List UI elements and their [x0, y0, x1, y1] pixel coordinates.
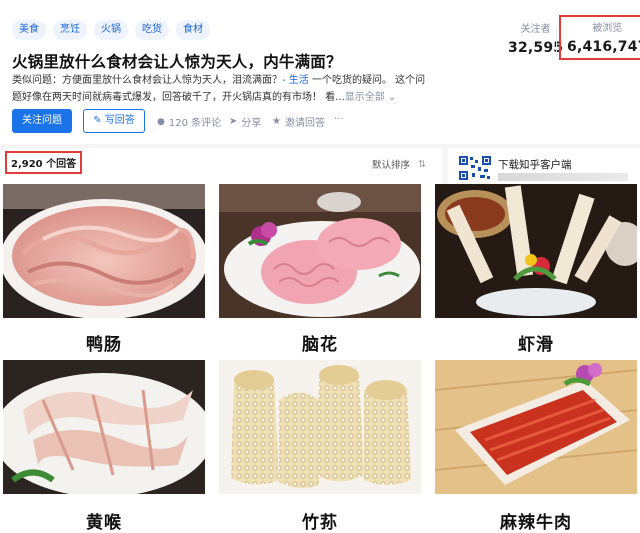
invite-label: 邀请回答: [284, 118, 325, 129]
follow-question-button[interactable]: 关注问题: [12, 109, 72, 133]
excerpt-prefix: 类似问题：方便面里放什么食材会让人惊为天人，泪流满面？: [12, 75, 282, 86]
food-image-bamboo-fungus[interactable]: [219, 360, 421, 494]
comments-label: 120 条评论: [168, 118, 222, 129]
food-image-duck-intestine[interactable]: [3, 184, 205, 318]
share-button[interactable]: ➤ 分享: [229, 114, 261, 129]
followers-count: 32,595: [508, 40, 564, 56]
chevron-down-icon[interactable]: ⌄: [385, 92, 396, 103]
food-label: 虾滑: [518, 335, 554, 355]
food-label: 鸭肠: [86, 335, 122, 355]
more-button[interactable]: ···: [334, 114, 344, 125]
topic-tags: 美食 烹饪 火锅 吃货 食材: [12, 20, 210, 40]
sort-dropdown[interactable]: 默认排序 ⇅: [372, 157, 426, 172]
topic-tag[interactable]: 火锅: [94, 20, 128, 40]
show-all-link[interactable]: 显示全部: [345, 92, 385, 103]
comments-button[interactable]: ● 120 条评论: [157, 114, 222, 130]
topic-tag[interactable]: 吃货: [135, 20, 169, 40]
section-divider: [0, 144, 640, 148]
food-image-shrimp-paste[interactable]: [435, 184, 637, 318]
followers-label: 关注者: [520, 24, 551, 35]
food-label: 黄喉: [86, 513, 122, 533]
sort-toggle-icon: ⇅: [418, 158, 426, 170]
food-label: 脑花: [302, 335, 338, 355]
food-image-spicy-beef[interactable]: [435, 360, 637, 494]
invite-icon: ★: [272, 116, 281, 127]
app-download-title: 下载知乎客户端: [498, 159, 572, 171]
topic-tag[interactable]: 美食: [12, 20, 46, 40]
share-label: 分享: [241, 118, 262, 129]
answers-count: 2,920 个回答: [5, 151, 83, 174]
app-download-subtitle-cutoff: [498, 173, 628, 181]
write-answer-button[interactable]: ✎ 写回答: [83, 109, 145, 133]
sort-label: 默认排序: [372, 160, 411, 171]
followers-stat[interactable]: 关注者 32,595: [508, 20, 563, 56]
food-label: 竹荪: [302, 513, 338, 533]
qr-code-icon: [458, 155, 492, 181]
food-image-pork-brain[interactable]: [219, 184, 421, 318]
excerpt-link[interactable]: - 生活: [282, 75, 309, 86]
topic-tag[interactable]: 食材: [176, 20, 210, 40]
views-label: 被浏览: [592, 23, 623, 34]
topic-tag[interactable]: 烹饪: [53, 20, 87, 40]
food-label: 麻辣牛肉: [500, 513, 572, 533]
stats-divider: [556, 26, 557, 56]
more-label: ···: [334, 114, 344, 125]
invite-button[interactable]: ★ 邀请回答: [272, 114, 325, 129]
app-download-card[interactable]: 下载知乎客户端: [448, 151, 640, 181]
views-count: 6,416,747: [567, 39, 640, 55]
share-icon: ➤: [229, 116, 238, 127]
views-stat: 被浏览 6,416,747: [559, 15, 640, 60]
question-title[interactable]: 火锅里放什么食材会让人惊为天人，内牛满面？: [12, 50, 342, 72]
pencil-icon: ✎: [93, 115, 105, 126]
comment-icon: ●: [157, 116, 165, 127]
write-answer-label: 写回答: [104, 115, 135, 126]
question-excerpt[interactable]: 类似问题：方便面里放什么食材会让人惊为天人，泪流满面？- 生活 一个吃货的疑问。…: [12, 72, 432, 106]
food-image-aorta[interactable]: [3, 360, 205, 494]
